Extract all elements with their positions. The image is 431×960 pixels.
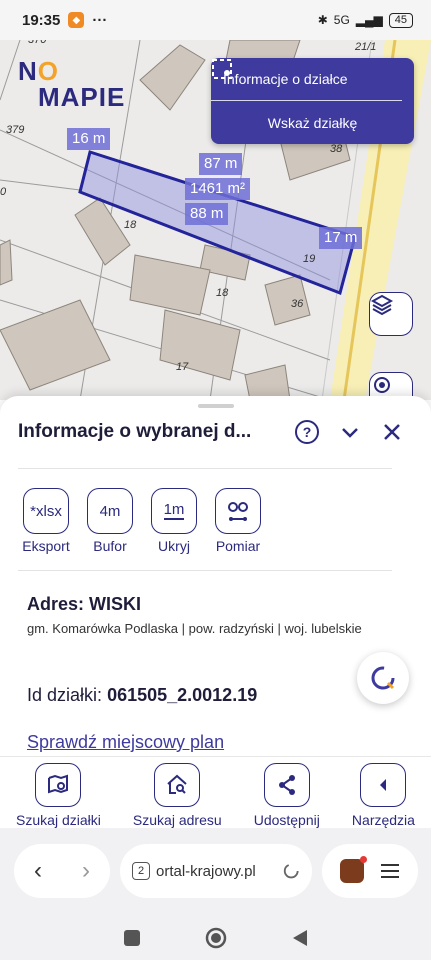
recent-apps-icon[interactable] <box>123 929 141 947</box>
status-time: 19:35 <box>22 11 61 29</box>
svg-text:18: 18 <box>124 219 137 231</box>
svg-text:0: 0 <box>0 186 7 198</box>
parcel-info-panel: Informacje o działce Wskaż działkę <box>211 58 414 144</box>
signal-icon: ▂▄▆ <box>355 13 383 27</box>
svg-text:?: ? <box>303 424 312 440</box>
home-icon[interactable] <box>205 927 227 949</box>
browser-nav-pill: ‹ › <box>14 844 110 898</box>
map-search-icon <box>48 774 69 794</box>
map-view[interactable]: 379 21/1 20 38 18 19 18 36 17 0 370 NO M… <box>0 40 431 400</box>
app-bottom-nav: Szukaj działki Szukaj adresu Udostępnij <box>0 756 431 828</box>
share-icon <box>278 775 295 795</box>
nav-share[interactable]: Udostępnij <box>254 757 320 828</box>
svg-text:370: 370 <box>28 40 47 46</box>
sheet-drag-handle[interactable] <box>198 404 234 408</box>
reload-icon[interactable] <box>282 861 300 881</box>
assistant-button[interactable] <box>357 652 409 704</box>
nav-search-address[interactable]: Szukaj adresu <box>133 757 222 828</box>
extension-icon[interactable] <box>339 856 367 883</box>
bluetooth-icon: ✱ <box>317 13 328 27</box>
svg-text:18: 18 <box>216 287 229 299</box>
sheet-title: Informacje o wybranej d... <box>18 421 252 442</box>
browser-menu-pill <box>322 844 418 898</box>
dimension-top: 87 m <box>199 153 243 175</box>
svg-text:38: 38 <box>330 143 343 155</box>
svg-text:379: 379 <box>6 124 24 136</box>
address-bar[interactable]: 2 ortal-krajowy.pl <box>120 844 312 898</box>
system-nav-bar <box>0 916 431 960</box>
parcel-id-row: Id działki: 061505_2.0012.19 <box>27 685 258 705</box>
status-bar: 19:35 ◆ ··· ✱ 5G ▂▄▆ 45 <box>0 0 431 40</box>
measure-tool[interactable]: Pomiar <box>210 488 266 554</box>
hide-tool[interactable]: 1m Ukryj <box>146 488 202 554</box>
nav-search-parcel[interactable]: Szukaj działki <box>16 757 101 828</box>
layers-button[interactable] <box>369 292 413 336</box>
back-button[interactable]: ‹ <box>34 857 42 885</box>
home-search-icon <box>167 774 187 794</box>
parcel-select-icon <box>212 59 232 79</box>
measure-button[interactable] <box>215 488 261 534</box>
tool-row: *xlsx Eksport 4m Bufor 1m Ukryj Pomiar <box>18 488 266 554</box>
back-icon[interactable] <box>291 929 309 947</box>
svg-text:21/1: 21/1 <box>354 41 376 53</box>
dimension-bottom: 88 m <box>185 203 229 225</box>
search-parcel-button[interactable] <box>35 763 82 807</box>
dimension-right: 17 m <box>319 227 363 249</box>
address-title: Adres: WISKI <box>27 594 142 614</box>
show-parcel-button[interactable]: Wskaż działkę <box>211 101 414 144</box>
svg-text:19: 19 <box>303 253 315 265</box>
close-icon[interactable] <box>380 420 404 444</box>
svg-text:36: 36 <box>291 298 304 310</box>
measure-icon <box>228 502 248 521</box>
app-logo: NO MAPIE <box>18 56 126 112</box>
chevron-left-icon <box>380 779 387 791</box>
sheet-header: Informacje o wybranej d... ? <box>0 414 431 450</box>
share-button[interactable] <box>263 763 310 807</box>
parcel-area: 1461 m² <box>185 178 251 200</box>
dimension-left: 16 m <box>67 128 111 150</box>
nav-tools[interactable]: Narzędzia <box>352 757 415 828</box>
buffer-button[interactable]: 4m <box>87 488 133 534</box>
help-icon[interactable]: ? <box>294 419 320 445</box>
export-tool[interactable]: *xlsx Eksport <box>18 488 74 554</box>
tools-button[interactable] <box>360 763 407 807</box>
app-notification-icon: ◆ <box>68 12 85 28</box>
local-plan-link[interactable]: Sprawdź miejscowy plan <box>27 732 224 753</box>
assistant-icon <box>371 666 395 690</box>
address-details: gm. Komarówka Podlaska | pow. radzyński … <box>27 621 362 636</box>
layers-icon <box>370 294 394 316</box>
divider <box>18 468 392 469</box>
menu-icon[interactable] <box>379 862 401 880</box>
parcel-id-value: 061505_2.0012.19 <box>107 685 258 705</box>
chevron-down-icon[interactable] <box>338 420 362 444</box>
parcel-info-button[interactable]: Informacje o działce <box>211 58 402 101</box>
buffer-tool[interactable]: 4m Bufor <box>82 488 138 554</box>
battery-icon: 45 <box>388 12 413 28</box>
status-more-icon: ··· <box>92 11 108 29</box>
forward-button[interactable]: › <box>82 857 90 885</box>
network-label: 5G <box>333 13 350 27</box>
url-text[interactable]: ortal-krajowy.pl <box>156 863 276 880</box>
search-address-button[interactable] <box>154 763 201 807</box>
hide-button[interactable]: 1m <box>151 488 197 534</box>
export-xlsx-button[interactable]: *xlsx <box>23 488 69 534</box>
tab-count-icon[interactable]: 2 <box>132 862 150 880</box>
locate-icon <box>374 377 390 393</box>
browser-toolbar: ‹ › 2 ortal-krajowy.pl <box>0 828 431 916</box>
divider <box>18 570 392 571</box>
svg-text:17: 17 <box>176 361 189 373</box>
parcel-info-sheet: Informacje o wybranej d... ? *xlsx Ekspo… <box>0 396 431 756</box>
